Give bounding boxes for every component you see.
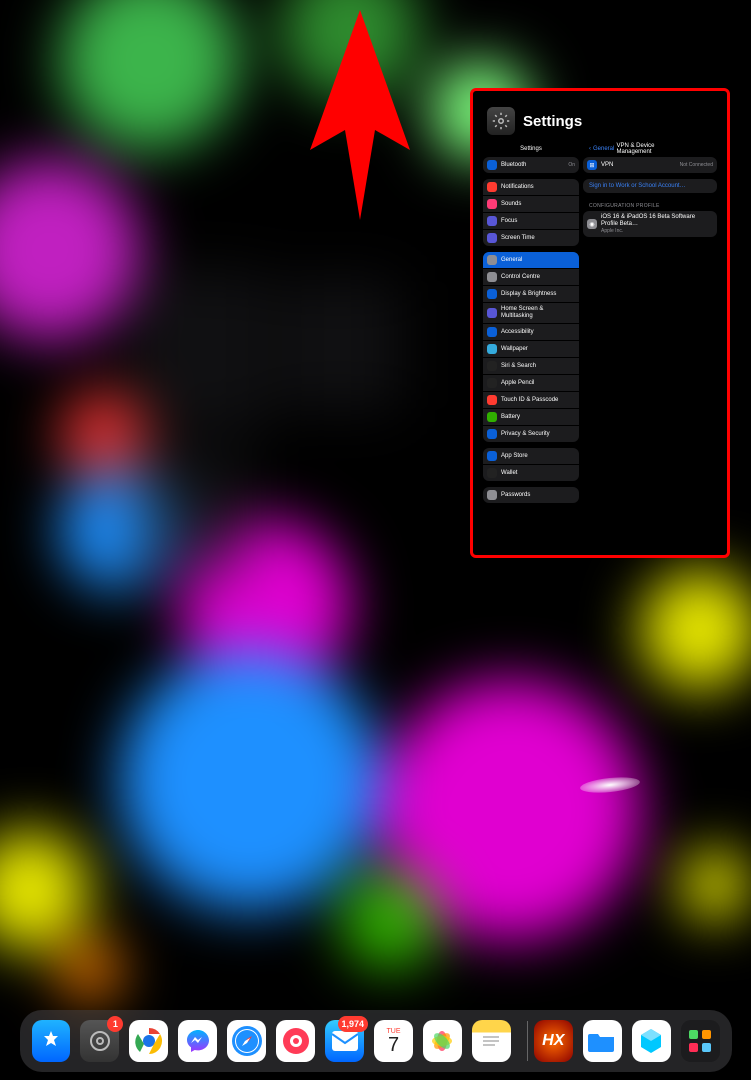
sidebar-item-wallpaper[interactable]: Wallpaper [483,341,579,358]
sidebar-header: Settings [483,141,579,157]
dock-safari[interactable] [227,1020,266,1062]
row-icon [487,216,497,226]
row-label: Wallet [501,470,575,477]
dock-screen-recorder[interactable] [276,1020,315,1062]
dock: 1 1,974 TUE 7 HX [20,1010,732,1072]
dock-photos[interactable] [423,1020,462,1062]
profile-icon: ◉ [587,219,597,229]
row-icon [487,468,497,478]
profile-sub: Apple Inc. [601,228,713,234]
sidebar-item-app-store[interactable]: App Store [483,448,579,465]
row-icon [487,199,497,209]
row-icon [487,233,497,243]
dock-calendar[interactable]: TUE 7 [374,1020,413,1062]
sidebar-item-home-screen-multitasking[interactable]: Home Screen & Multitasking [483,303,579,324]
detail-pane: ‹ General VPN & Device Management ⊞ VPN … [583,141,717,509]
settings-badge: 1 [107,1016,123,1032]
sidebar-item-display-brightness[interactable]: Display & Brightness [483,286,579,303]
dock-app-store[interactable] [32,1020,71,1062]
row-icon [487,429,497,439]
sidebar-item-control-centre[interactable]: Control Centre [483,269,579,286]
sidebar-item-wallet[interactable]: Wallet [483,465,579,481]
sidebar-item-sounds[interactable]: Sounds [483,196,579,213]
row-label: Control Centre [501,274,575,281]
dock-messenger[interactable] [178,1020,217,1062]
back-button[interactable]: ‹ General [589,146,614,152]
row-icon [487,490,497,500]
dock-notes[interactable] [472,1020,511,1062]
detail-title: VPN & Device Management [617,143,684,155]
chevron-left-icon: ‹ [589,146,591,152]
row-icon [487,451,497,461]
signin-link[interactable]: Sign in to Work or School Account… [583,179,717,193]
sidebar-item-general[interactable]: General [483,252,579,269]
sidebar-item-passwords[interactable]: Passwords [483,487,579,503]
mail-badge: 1,974 [338,1016,369,1032]
profile-label: iOS 16 & iPadOS 16 Beta Software Profile… [601,214,713,228]
profile-row[interactable]: ◉ iOS 16 & iPadOS 16 Beta Software Profi… [583,211,717,237]
sidebar-item-siri-search[interactable]: Siri & Search [483,358,579,375]
row-label: App Store [501,453,575,460]
sidebar-item-accessibility[interactable]: Accessibility [483,324,579,341]
vpn-icon: ⊞ [587,160,597,170]
sidebar-item-bluetooth[interactable]: BluetoothOn [483,157,579,173]
row-label: Touch ID & Passcode [501,397,575,404]
row-label: General [501,257,575,264]
dock-chrome[interactable] [129,1020,168,1062]
row-label: Notifications [501,184,575,191]
annotation-arrow [300,10,420,225]
row-icon [487,255,497,265]
row-label: Bluetooth [501,162,568,169]
settings-app-card[interactable]: Settings Settings BluetoothOn Notificati… [470,88,730,558]
dock-settings[interactable]: 1 [80,1020,119,1062]
row-label: Apple Pencil [501,380,575,387]
dock-divider [527,1021,528,1061]
app-title: Settings [523,113,582,130]
row-label: Focus [501,218,575,225]
calendar-day: 7 [388,1035,399,1055]
row-label: Wallpaper [501,346,575,353]
card-header: Settings [479,97,721,141]
row-label: Battery [501,414,575,421]
row-label: Privacy & Security [501,431,575,438]
row-label: Siri & Search [501,363,575,370]
dock-mail[interactable]: 1,974 [325,1020,364,1062]
sidebar-item-apple-pencil[interactable]: Apple Pencil [483,375,579,392]
settings-sidebar: Settings BluetoothOn Notifications Sounds… [483,141,579,509]
row-label: Sounds [501,201,575,208]
row-label: Home Screen & Multitasking [501,306,575,320]
row-icon [487,272,497,282]
row-icon [487,308,497,318]
row-icon [487,327,497,337]
dock-hex-app[interactable] [632,1020,671,1062]
row-icon [487,378,497,388]
sidebar-item-focus[interactable]: Focus [483,213,579,230]
settings-app-icon [487,107,515,135]
row-icon [487,289,497,299]
row-label: Display & Brightness [501,291,575,298]
sidebar-item-notifications[interactable]: Notifications [483,179,579,196]
vpn-row[interactable]: ⊞ VPN Not Connected [583,157,717,173]
row-icon [487,182,497,192]
row-label: Passwords [501,492,575,499]
row-label: Accessibility [501,329,575,336]
row-icon [487,412,497,422]
row-value: On [568,162,575,168]
sidebar-item-screen-time[interactable]: Screen Time [483,230,579,246]
row-icon [487,395,497,405]
dock-files[interactable] [583,1020,622,1062]
row-label: Screen Time [501,235,575,242]
dock-hx-app[interactable]: HX [534,1020,573,1062]
row-icon [487,361,497,371]
vpn-value: Not Connected [680,162,713,168]
sidebar-item-battery[interactable]: Battery [483,409,579,426]
row-icon [487,344,497,354]
row-icon [487,160,497,170]
vpn-label: VPN [601,162,680,169]
dock-app-library[interactable] [681,1020,720,1062]
back-label: General [593,146,614,152]
sidebar-item-touch-id-passcode[interactable]: Touch ID & Passcode [483,392,579,409]
sidebar-item-privacy-security[interactable]: Privacy & Security [483,426,579,442]
section-header: CONFIGURATION PROFILE [583,199,717,211]
